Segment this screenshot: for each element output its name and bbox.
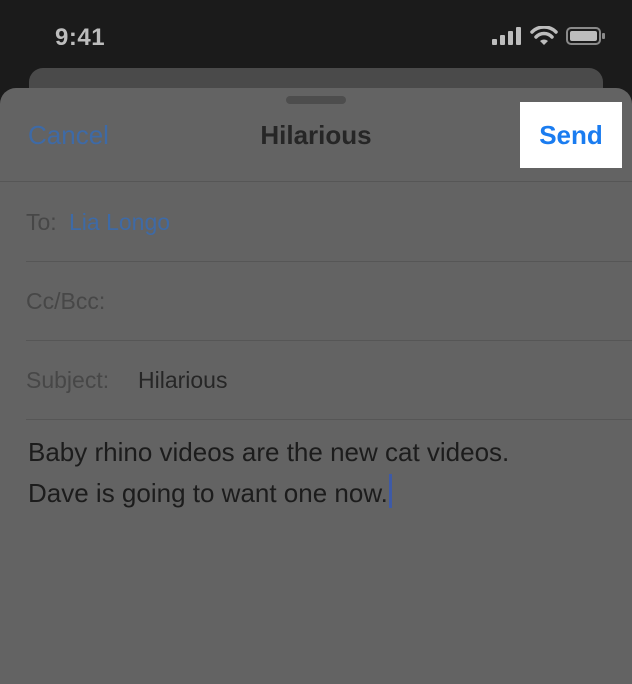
status-time: 9:41: [55, 24, 106, 51]
ccbcc-label: Cc/Bcc:: [26, 288, 106, 314]
battery-icon: [566, 27, 605, 45]
recipient-token[interactable]: Lia Longo: [69, 209, 170, 236]
screen: 9:41 Cancel Hilarious Send To: Lia Longo…: [0, 0, 632, 684]
body-line-with-cursor: Dave is going to want one now.: [28, 473, 608, 514]
body-line: Baby rhino videos are the new cat videos…: [28, 437, 510, 467]
wifi-icon: [530, 26, 558, 45]
status-bar: 9:41: [0, 0, 632, 70]
cellular-signal-icon: [492, 27, 521, 45]
text-cursor: [388, 474, 392, 508]
send-button[interactable]: Send: [520, 120, 622, 151]
send-button-highlight[interactable]: Send: [520, 102, 622, 168]
subject-input[interactable]: Hilarious: [138, 367, 227, 394]
compose-nav-bar: Cancel Hilarious Send: [0, 88, 632, 182]
subject-label: Subject:: [26, 367, 110, 393]
body-line: Dave is going to want one now.: [28, 478, 388, 508]
message-body[interactable]: Baby rhino videos are the new cat videos…: [28, 432, 608, 514]
subject-field[interactable]: Subject: Hilarious: [26, 341, 632, 420]
ccbcc-field[interactable]: Cc/Bcc:: [26, 262, 632, 341]
compose-sheet: Cancel Hilarious Send To: Lia Longo Cc/B…: [0, 88, 632, 684]
to-field[interactable]: To: Lia Longo: [26, 183, 632, 262]
to-label: To:: [26, 209, 57, 235]
